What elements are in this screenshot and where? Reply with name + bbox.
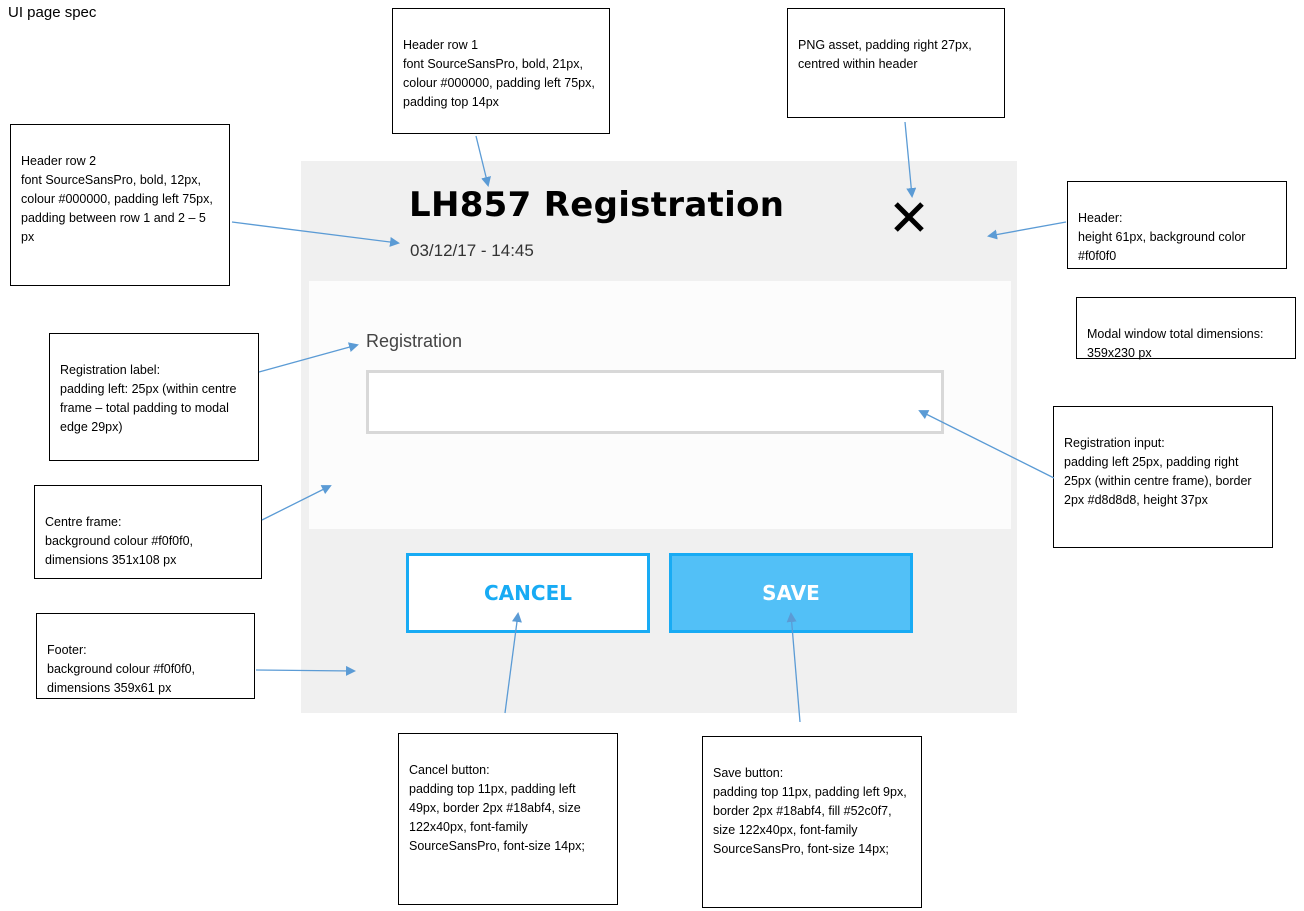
centre-frame: Registration [309,281,1011,529]
callout-registration-label: Registration label: padding left: 25px (… [49,333,259,461]
registration-input[interactable] [366,370,944,434]
callout-save-button-text: Save button: padding top 11px, padding l… [713,766,907,856]
callout-footer-text: Footer: background colour #f0f0f0, dimen… [47,643,196,695]
modal-window: LH857 Registration 03/12/17 - 14:45 Regi… [301,161,1017,713]
cancel-button-label: CANCEL [484,581,572,605]
callout-cancel-button: Cancel button: padding top 11px, padding… [398,733,618,905]
callout-png-asset: PNG asset, padding right 27px, centred w… [787,8,1005,118]
callout-modal-window-text: Modal window total dimensions: 359x230 p… [1087,327,1264,360]
callout-header-row-2-text: Header row 2 font SourceSansPro, bold, 1… [21,154,213,244]
callout-centre-frame: Centre frame: background colour #f0f0f0,… [34,485,262,579]
modal-subtitle: 03/12/17 - 14:45 [410,241,534,260]
callout-registration-input-text: Registration input: padding left 25px, p… [1064,436,1252,507]
modal-title: LH857 Registration [409,185,785,225]
callout-centre-frame-text: Centre frame: background colour #f0f0f0,… [45,515,194,567]
callout-header-row-2: Header row 2 font SourceSansPro, bold, 1… [10,124,230,286]
page-title: UI page spec [8,4,97,21]
callout-header: Header: height 61px, background color #f… [1067,181,1287,269]
callout-header-row-1: Header row 1 font SourceSansPro, bold, 2… [392,8,610,134]
callout-modal-window: Modal window total dimensions: 359x230 p… [1076,297,1296,360]
registration-label: Registration [366,331,463,351]
callout-cancel-button-text: Cancel button: padding top 11px, padding… [409,763,585,853]
callout-header-row-1-text: Header row 1 font SourceSansPro, bold, 2… [403,38,595,109]
save-button-label: SAVE [762,581,820,605]
cancel-button[interactable]: CANCEL [406,553,650,633]
save-button[interactable]: SAVE [669,553,913,633]
callout-png-asset-text: PNG asset, padding right 27px, centred w… [798,38,972,71]
callout-header-text: Header: height 61px, background color #f… [1078,211,1246,263]
close-icon[interactable] [891,199,927,235]
callout-registration-input: Registration input: padding left 25px, p… [1053,406,1273,548]
callout-save-button: Save button: padding top 11px, padding l… [702,736,922,908]
callout-footer: Footer: background colour #f0f0f0, dimen… [36,613,255,699]
callout-registration-label-text: Registration label: padding left: 25px (… [60,363,237,434]
